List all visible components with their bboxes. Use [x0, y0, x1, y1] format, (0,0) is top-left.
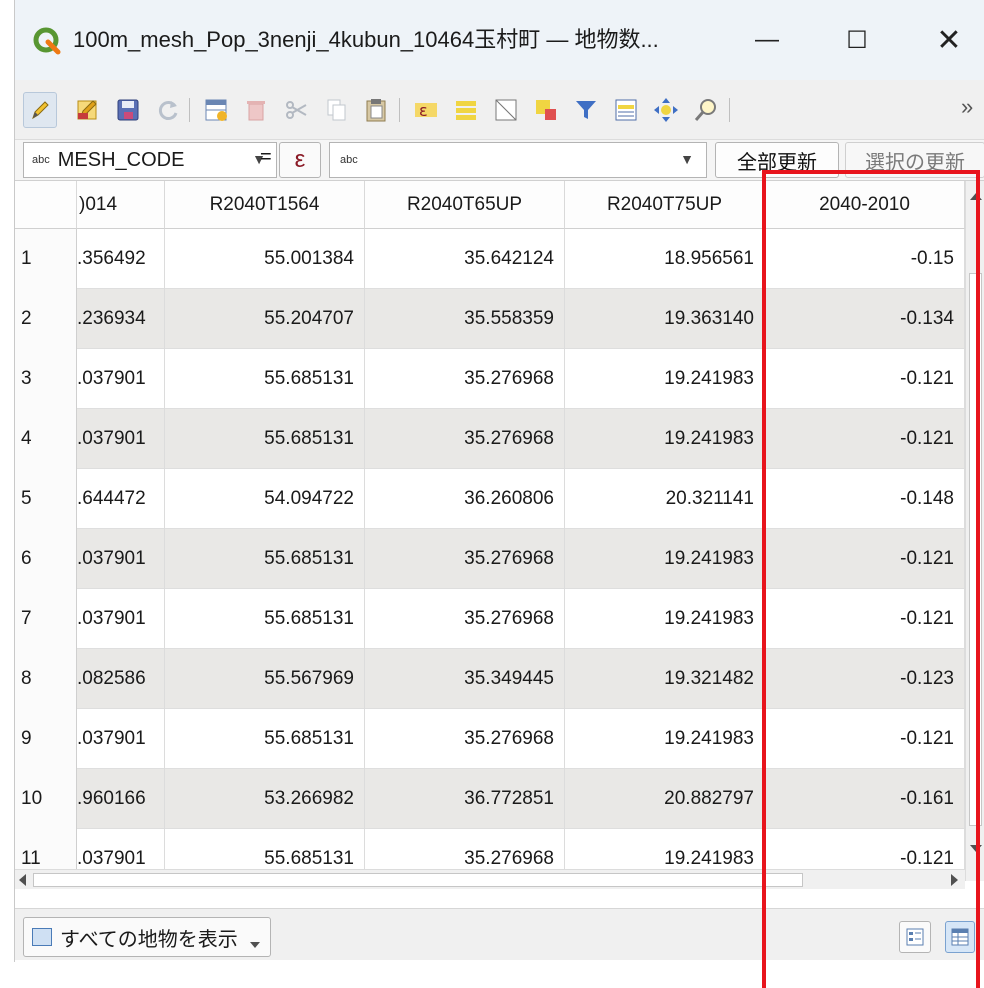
close-button[interactable]: ✕: [919, 18, 979, 62]
add-feature-icon[interactable]: [199, 92, 233, 128]
toolbar-separator: [729, 98, 730, 122]
select-all-icon[interactable]: [449, 92, 483, 128]
table-cell[interactable]: 19.321482: [565, 649, 765, 709]
column-header[interactable]: R2040T1564: [165, 181, 365, 229]
table-cell[interactable]: 19.241983: [565, 409, 765, 469]
table-cell[interactable]: 55.685131: [165, 409, 365, 469]
table-cell[interactable]: 35.276968: [365, 349, 565, 409]
table-cell[interactable]: .082586: [77, 649, 165, 709]
table-cell[interactable]: .037901: [77, 409, 165, 469]
table-cell[interactable]: 20.882797: [565, 769, 765, 829]
delete-feature-icon[interactable]: [239, 92, 273, 128]
toolbar-separator: [189, 98, 190, 122]
table-cell[interactable]: .644472: [77, 469, 165, 529]
table-cell[interactable]: 19.241983: [565, 349, 765, 409]
pan-to-selection-icon[interactable]: [649, 92, 683, 128]
chevron-down-icon: [249, 942, 260, 948]
cut-icon[interactable]: [279, 92, 313, 128]
window-title: 100m_mesh_Pop_3nenji_4kubun_10464玉村町 — 地…: [73, 27, 659, 52]
title-bar: 100m_mesh_Pop_3nenji_4kubun_10464玉村町 — 地…: [15, 0, 984, 80]
zoom-to-selection-icon[interactable]: [689, 92, 723, 128]
filter-icon[interactable]: [569, 92, 603, 128]
minimize-button[interactable]: —: [737, 18, 797, 62]
table-cell[interactable]: .356492: [77, 229, 165, 289]
show-all-features-label: すべての地物を表示: [60, 928, 238, 951]
table-cell[interactable]: 19.241983: [565, 589, 765, 649]
expression-select-icon[interactable]: ε: [409, 92, 443, 128]
column-header[interactable]: R2040T75UP: [565, 181, 765, 229]
table-cell[interactable]: 55.567969: [165, 649, 365, 709]
table-cell[interactable]: 35.276968: [365, 529, 565, 589]
table-cell[interactable]: 35.276968: [365, 589, 565, 649]
table-cell[interactable]: 55.001384: [165, 229, 365, 289]
table-cell[interactable]: .037901: [77, 709, 165, 769]
column-header[interactable]: R2040T65UP: [365, 181, 565, 229]
save-edits-icon[interactable]: [111, 92, 145, 128]
table-cell[interactable]: 35.276968: [365, 409, 565, 469]
row-number[interactable]: 10: [15, 769, 77, 829]
table-cell[interactable]: 54.094722: [165, 469, 365, 529]
text-type-icon: abc: [32, 154, 50, 166]
table-cell[interactable]: 55.685131: [165, 589, 365, 649]
move-selection-top-icon[interactable]: [609, 92, 643, 128]
table-cell[interactable]: 19.241983: [565, 709, 765, 769]
table-cell[interactable]: .037901: [77, 349, 165, 409]
highlight-annotation-box: [762, 170, 980, 988]
table-cell[interactable]: .960166: [77, 769, 165, 829]
chevron-down-icon: ▼: [680, 151, 694, 167]
table-cell[interactable]: .037901: [77, 589, 165, 649]
row-number[interactable]: 1: [15, 229, 77, 289]
table-cell[interactable]: 36.772851: [365, 769, 565, 829]
table-cell[interactable]: 35.276968: [365, 709, 565, 769]
table-cell[interactable]: 18.956561: [565, 229, 765, 289]
table-cell[interactable]: 36.260806: [365, 469, 565, 529]
row-number[interactable]: 8: [15, 649, 77, 709]
row-number[interactable]: 7: [15, 589, 77, 649]
table-cell[interactable]: 35.642124: [365, 229, 565, 289]
column-header[interactable]: )014: [77, 181, 165, 229]
table-cell[interactable]: .037901: [77, 529, 165, 589]
row-number[interactable]: 6: [15, 529, 77, 589]
row-number[interactable]: 4: [15, 409, 77, 469]
row-number[interactable]: 3: [15, 349, 77, 409]
field-select[interactable]: abc MESH_CODE ▼: [23, 142, 277, 178]
qgis-logo-icon: [33, 27, 61, 55]
show-all-features-button[interactable]: すべての地物を表示: [23, 917, 271, 957]
operator-label: =: [260, 146, 272, 168]
deselect-icon[interactable]: [489, 92, 523, 128]
invert-selection-icon[interactable]: [529, 92, 563, 128]
table-icon: [32, 928, 52, 946]
text-type-icon: abc: [340, 154, 358, 166]
paste-icon[interactable]: [359, 92, 393, 128]
scroll-left-icon[interactable]: [19, 874, 26, 886]
table-cell[interactable]: 55.204707: [165, 289, 365, 349]
corner-header[interactable]: [15, 181, 77, 229]
field-select-value: MESH_CODE: [57, 148, 185, 171]
expression-button[interactable]: ε: [279, 142, 321, 178]
toolbar: ε »: [15, 80, 984, 140]
reload-icon[interactable]: [151, 92, 185, 128]
field-value-input[interactable]: abc ▼: [329, 142, 707, 178]
toolbar-overflow-icon[interactable]: »: [961, 94, 973, 120]
copy-icon[interactable]: [319, 92, 353, 128]
table-cell[interactable]: 35.349445: [365, 649, 565, 709]
table-cell[interactable]: 19.241983: [565, 529, 765, 589]
row-number[interactable]: 2: [15, 289, 77, 349]
table-cell[interactable]: 20.321141: [565, 469, 765, 529]
multi-edit-icon[interactable]: [71, 92, 105, 128]
table-cell[interactable]: 35.558359: [365, 289, 565, 349]
table-cell[interactable]: .236934: [77, 289, 165, 349]
table-cell[interactable]: 53.266982: [165, 769, 365, 829]
svg-text:ε: ε: [419, 101, 428, 120]
table-cell[interactable]: 19.363140: [565, 289, 765, 349]
pencil-edit-icon[interactable]: [23, 92, 57, 128]
horizontal-scroll-thumb[interactable]: [33, 873, 803, 887]
maximize-button[interactable]: ☐: [827, 18, 887, 62]
row-number[interactable]: 5: [15, 469, 77, 529]
row-number[interactable]: 9: [15, 709, 77, 769]
table-cell[interactable]: 55.685131: [165, 529, 365, 589]
table-cell[interactable]: 55.685131: [165, 349, 365, 409]
table-cell[interactable]: 55.685131: [165, 709, 365, 769]
toolbar-separator: [399, 98, 400, 122]
